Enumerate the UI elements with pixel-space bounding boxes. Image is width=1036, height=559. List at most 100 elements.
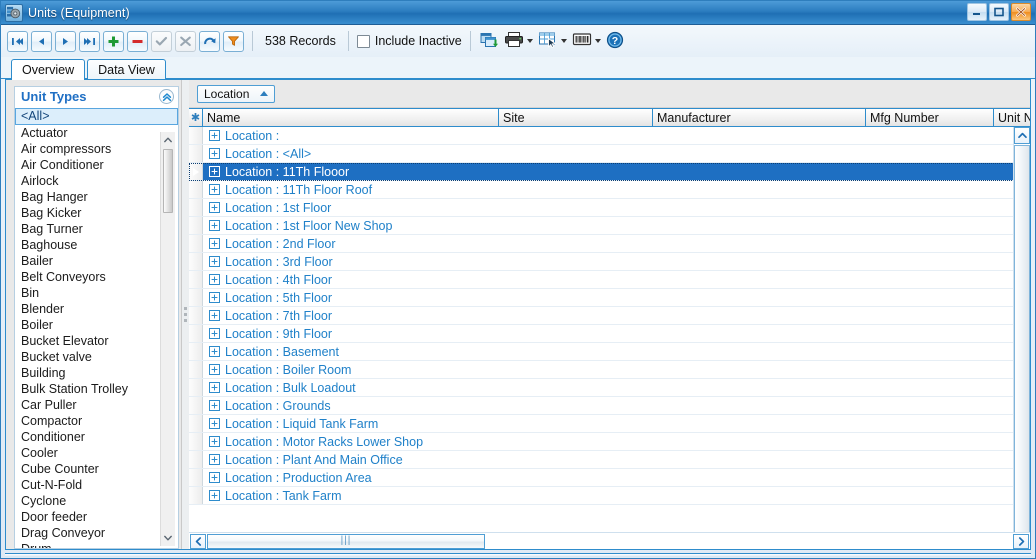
unit-type-item[interactable]: Baghouse [15,237,178,253]
scroll-left-button[interactable] [190,533,206,549]
unit-type-item[interactable]: Car Puller [15,397,178,413]
nav-last-button[interactable] [79,30,100,52]
scroll-up-icon[interactable] [161,132,175,148]
close-button[interactable] [1011,3,1031,21]
column-header[interactable]: Unit N [994,109,1030,126]
refresh-button[interactable] [199,30,220,52]
tab-overview[interactable]: Overview [11,59,86,80]
unit-type-item[interactable]: <All> [15,108,178,125]
delete-record-button[interactable] [127,30,148,52]
unit-type-item[interactable]: Bucket Elevator [15,333,178,349]
maximize-button[interactable] [989,3,1009,21]
table-row[interactable]: Location : 4th Floor [189,271,1030,289]
expand-group-icon[interactable] [209,346,220,357]
table-row[interactable]: Location : 9th Floor [189,325,1030,343]
expand-group-icon[interactable] [209,130,220,141]
expand-group-icon[interactable] [209,400,220,411]
help-button[interactable]: ? [605,30,625,53]
scroll-down-icon[interactable] [161,530,175,546]
expand-group-icon[interactable] [209,274,220,285]
expand-group-icon[interactable] [209,310,220,321]
column-header[interactable]: Mfg Number [866,109,994,126]
add-record-button[interactable] [103,30,124,52]
unit-type-item[interactable]: Bag Turner [15,221,178,237]
expand-group-icon[interactable] [209,184,220,195]
confirm-button[interactable] [151,30,172,52]
expand-group-icon[interactable] [209,202,220,213]
unit-type-item[interactable]: Bag Kicker [15,205,178,221]
unit-type-item[interactable]: Compactor [15,413,178,429]
table-row[interactable]: Location : 7th Floor [189,307,1030,325]
expand-group-icon[interactable] [209,220,220,231]
chevron-down-icon[interactable] [594,39,601,43]
table-row[interactable]: Location : 2nd Floor [189,235,1030,253]
unit-type-item[interactable]: Cut-N-Fold [15,477,178,493]
scrollbar-thumb[interactable]: ||| [207,533,485,549]
table-row[interactable]: Location : 3rd Floor [189,253,1030,271]
unit-type-item[interactable]: Airlock [15,173,178,189]
expand-group-icon[interactable] [209,364,220,375]
nav-prev-button[interactable] [31,30,52,52]
table-row[interactable]: Location : 11Th Flooor [189,163,1030,181]
table-row[interactable]: Location : Motor Racks Lower Shop [189,433,1030,451]
table-row[interactable]: Location : Basement [189,343,1030,361]
unit-type-item[interactable]: Bulk Station Trolley [15,381,178,397]
unit-type-item[interactable]: Drum [15,541,178,548]
table-row[interactable]: Location : Production Area [189,469,1030,487]
expand-group-icon[interactable] [209,166,220,177]
table-row[interactable]: Location : 5th Floor [189,289,1030,307]
table-row[interactable]: Location : Boiler Room [189,361,1030,379]
panel-splitter[interactable] [182,80,189,549]
table-row[interactable]: Location : Bulk Loadout [189,379,1030,397]
print-button[interactable] [503,30,534,53]
unit-type-item[interactable]: Bin [15,285,178,301]
unit-type-item[interactable]: Bucket valve [15,349,178,365]
table-row[interactable]: Location : [189,127,1030,145]
checkbox-box[interactable] [356,34,370,48]
export-button[interactable] [479,30,500,53]
expand-group-icon[interactable] [209,436,220,447]
layout-button[interactable] [537,30,568,53]
expand-group-icon[interactable] [209,490,220,501]
minimize-button[interactable] [967,3,987,21]
unit-type-item[interactable]: Cooler [15,445,178,461]
expand-group-icon[interactable] [209,292,220,303]
tab-data-view[interactable]: Data View [87,59,166,79]
unit-type-item[interactable]: Belt Conveyors [15,269,178,285]
expand-group-icon[interactable] [209,328,220,339]
expand-group-icon[interactable] [209,238,220,249]
unit-type-item[interactable]: Boiler [15,317,178,333]
include-inactive-checkbox[interactable]: Include Inactive [356,34,462,48]
table-row[interactable]: Location : 11Th Floor Roof [189,181,1030,199]
scrollbar-thumb[interactable] [1014,145,1030,532]
unit-type-item[interactable]: Bailer [15,253,178,269]
cancel-button[interactable] [175,30,196,52]
sort-ascending-icon[interactable] [260,91,268,96]
scrollbar-track[interactable]: ||| [207,533,1012,549]
unit-type-item[interactable]: Conditioner [15,429,178,445]
unit-types-list[interactable]: <All> Actuator Air compressors Air Conditio… [14,107,179,549]
grid-horizontal-scrollbar[interactable]: ||| [189,532,1030,549]
unit-type-item[interactable]: Drag Conveyor [15,525,178,541]
nav-first-button[interactable] [7,30,28,52]
barcode-button[interactable] [571,30,602,53]
table-row[interactable]: Location : Plant And Main Office [189,451,1030,469]
chevron-down-icon[interactable] [560,39,567,43]
table-row[interactable]: Location : Tank Farm [189,487,1030,505]
unit-type-item[interactable]: Air Conditioner [15,157,178,173]
chevron-down-icon[interactable] [526,39,533,43]
column-header[interactable]: Manufacturer [653,109,866,126]
column-header[interactable]: Name [203,109,499,126]
scrollbar-thumb[interactable] [163,149,173,213]
expand-group-icon[interactable] [209,148,220,159]
unit-type-item[interactable]: Door feeder [15,509,178,525]
expand-group-icon[interactable] [209,454,220,465]
unit-types-scrollbar[interactable] [160,132,175,546]
chevron-double-up-icon[interactable] [159,89,174,104]
expand-group-icon[interactable] [209,472,220,483]
expand-group-icon[interactable] [209,256,220,267]
grid-vertical-scrollbar[interactable] [1013,127,1030,532]
filter-button[interactable] [223,30,244,52]
table-row[interactable]: Location : 1st Floor [189,199,1030,217]
scroll-right-button[interactable] [1013,533,1029,549]
